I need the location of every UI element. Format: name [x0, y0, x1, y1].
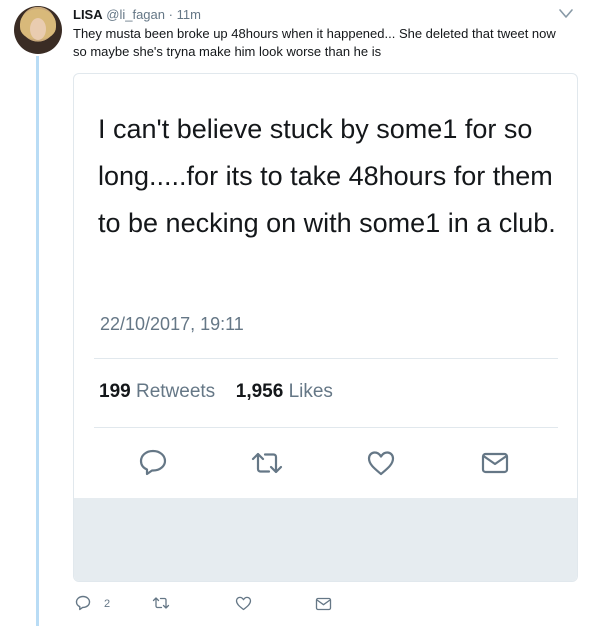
card-divider-top: [94, 358, 558, 359]
quoted-tweet-text: I can't believe stuck by some1 for so lo…: [98, 114, 556, 238]
chevron-down-icon[interactable]: [558, 8, 574, 20]
avatar-face: [30, 18, 46, 40]
tweet-time[interactable]: 11m: [177, 7, 201, 22]
retweet-icon[interactable]: [250, 450, 284, 476]
retweets-label[interactable]: Retweets: [136, 381, 215, 402]
thread-line: [36, 56, 39, 626]
tweet-header: LISA @li_fagan · 11m: [73, 7, 201, 22]
user-handle[interactable]: @li_fagan: [106, 7, 165, 22]
envelope-icon[interactable]: [315, 597, 332, 611]
separator-dot: ·: [168, 7, 173, 22]
tweet-text: They musta been broke up 48hours when it…: [73, 26, 556, 59]
user-name[interactable]: LISA: [73, 7, 103, 22]
reply-icon[interactable]: [75, 595, 91, 611]
card-divider-bottom: [94, 427, 558, 428]
quoted-tweet-date: 22/10/2017, 19:11: [100, 314, 244, 334]
envelope-icon[interactable]: [480, 451, 510, 475]
card-footer: [74, 498, 577, 581]
reply-icon[interactable]: [138, 448, 168, 476]
retweet-icon[interactable]: [152, 596, 170, 610]
reply-count[interactable]: 2: [104, 598, 110, 610]
heart-icon[interactable]: [366, 450, 396, 476]
quoted-tweet-stats: 199 Retweets 1,956 Likes: [99, 381, 333, 403]
quoted-tweet-card[interactable]: I can't believe stuck by some1 for so lo…: [73, 73, 578, 582]
retweets-count[interactable]: 199: [99, 381, 131, 402]
likes-label[interactable]: Likes: [289, 381, 333, 402]
avatar[interactable]: [14, 6, 62, 54]
heart-icon[interactable]: [235, 596, 252, 611]
likes-count[interactable]: 1,956: [236, 381, 284, 402]
